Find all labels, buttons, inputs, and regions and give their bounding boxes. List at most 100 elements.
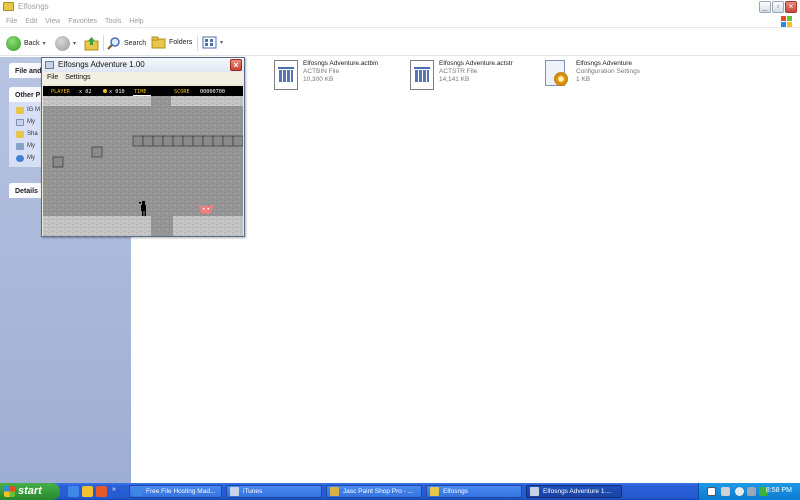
menu-view[interactable]: View — [45, 18, 60, 25]
toolbar-separator — [197, 35, 198, 51]
shared-folder-icon — [16, 130, 24, 138]
back-button[interactable]: Back ▾ — [6, 36, 46, 51]
file-item[interactable]: Elfosngs Adventure Configuration Setting… — [545, 60, 640, 90]
itunes-icon — [230, 487, 239, 496]
game-window[interactable]: Elfosngs Adventure 1.00 × File Settings … — [41, 57, 245, 237]
game-title-bar[interactable]: Elfosngs Adventure 1.00 × — [42, 58, 244, 72]
folders-label: Folders — [169, 39, 193, 46]
up-folder-button[interactable] — [84, 36, 99, 51]
menu-tools[interactable]: Tools — [105, 18, 121, 25]
hud-score-label: SCORE — [174, 89, 190, 95]
game-app-icon — [530, 487, 539, 496]
file-type: Configuration Settings — [576, 68, 640, 75]
hud-lives: x 02 — [79, 89, 92, 95]
window-title: Elfosngs — [18, 2, 49, 11]
ie-quicklaunch-icon[interactable] — [68, 486, 79, 497]
document-grid-icon — [274, 60, 298, 90]
ceiling-right — [171, 96, 243, 106]
search-icon — [107, 37, 120, 50]
tray-help-icon[interactable] — [707, 487, 716, 496]
minimize-button[interactable]: _ — [759, 1, 771, 13]
my-documents-icon — [16, 118, 24, 126]
menu-help[interactable]: Help — [129, 18, 143, 25]
views-button[interactable]: ▾ — [202, 36, 223, 49]
file-item[interactable]: Elfosngs Adventure.actstr ACTSTR File 14… — [410, 60, 513, 90]
windows-logo-icon — [781, 16, 792, 27]
ceiling-left — [43, 96, 151, 106]
chevron-down-icon: ▾ — [73, 41, 77, 47]
system-tray: 8:58 PM — [698, 483, 800, 500]
document-grid-icon — [410, 60, 434, 90]
tray-clock-icon[interactable] — [735, 487, 744, 496]
game-window-title: Elfosngs Adventure 1.00 — [58, 60, 145, 69]
file-size: 1 KB — [576, 76, 591, 83]
ie-icon — [133, 487, 142, 496]
tray-volume-icon[interactable] — [747, 487, 756, 496]
quicklaunch-icon[interactable] — [96, 486, 107, 497]
floating-block — [52, 156, 64, 168]
folders-icon — [151, 36, 166, 49]
block-row — [132, 135, 243, 147]
close-button[interactable]: × — [785, 1, 797, 13]
hud-time-label: TIME — [134, 89, 147, 95]
forward-button[interactable]: ▾ — [55, 36, 76, 51]
file-size: 14,141 KB — [439, 76, 470, 83]
coin-icon — [103, 89, 107, 93]
folders-button[interactable]: Folders — [151, 36, 192, 49]
config-settings-icon — [545, 60, 571, 90]
back-arrow-icon — [6, 36, 21, 51]
ground-right — [173, 216, 243, 236]
paint-shop-pro-icon — [330, 487, 339, 496]
game-canvas[interactable]: PLAYER x 02 x 010 TIME 000 SCORE 0000070… — [43, 86, 243, 236]
taskbar-clock[interactable]: 8:58 PM — [766, 487, 792, 494]
file-name: Elfosngs Adventure — [576, 60, 633, 67]
hud-player-label: PLAYER — [51, 89, 71, 95]
explorer-title-bar: Elfosngs _ ▫ × — [0, 0, 800, 14]
hud-score-value: 00000700 — [200, 89, 225, 95]
menu-favorites[interactable]: Favorites — [68, 18, 97, 25]
file-name: Elfosngs Adventure.actstr — [439, 60, 513, 67]
toolbar-separator — [103, 35, 104, 51]
menu-bar: File Edit View Favorites Tools Help — [0, 15, 800, 28]
file-name: Elfosngs Adventure.actbin — [303, 60, 379, 67]
search-button[interactable]: Search — [107, 36, 146, 50]
folder-icon — [430, 487, 439, 496]
maximize-button[interactable]: ▫ — [772, 1, 784, 13]
my-computer-icon — [16, 142, 24, 150]
game-menu-file[interactable]: File — [47, 74, 58, 81]
file-size: 10,300 KB — [303, 76, 334, 83]
quicklaunch-more-icon[interactable]: » — [112, 486, 116, 493]
windows-flag-icon — [4, 486, 15, 497]
game-menu-settings[interactable]: Settings — [65, 74, 90, 81]
game-app-icon — [45, 61, 54, 69]
tray-network-icon[interactable] — [721, 487, 730, 496]
taskbar-button-elfosngs-folder[interactable]: Elfosngs — [426, 485, 522, 498]
file-item[interactable]: Elfosngs Adventure.actbin ACTBIN File 10… — [274, 60, 378, 90]
hud-coins: x 010 — [109, 89, 125, 95]
views-icon — [202, 36, 217, 49]
search-label: Search — [124, 39, 147, 47]
taskbar-button-free-file-hosting[interactable]: Free File Hosting Mad... — [129, 485, 222, 498]
floating-block — [91, 146, 103, 158]
back-label: Back — [24, 40, 40, 47]
taskbar-button-paint-shop-pro[interactable]: Jasc Paint Shop Pro - ... — [326, 485, 422, 498]
taskbar-button-elfosngs-adventure[interactable]: Elfosngs Adventure 1.... — [526, 485, 622, 498]
menu-edit[interactable]: Edit — [25, 18, 37, 25]
taskbar: start » Free File Hosting Mad... iTunes … — [0, 483, 800, 500]
chevron-down-icon: ▾ — [42, 41, 46, 47]
quicklaunch-icon[interactable] — [82, 486, 93, 497]
forward-arrow-icon — [55, 36, 70, 51]
file-type: ACTSTR File — [439, 68, 478, 75]
ground-left — [43, 216, 151, 236]
menu-file[interactable]: File — [6, 18, 17, 25]
taskbar-button-itunes[interactable]: iTunes — [226, 485, 322, 498]
toolbar: Back ▾ ▾ Search Folders ▾ — [0, 30, 800, 56]
folder-icon — [3, 2, 14, 11]
folder-icon — [16, 106, 24, 114]
game-close-button[interactable]: × — [230, 59, 242, 71]
up-folder-icon — [84, 37, 99, 51]
start-button[interactable]: start — [0, 483, 60, 500]
chevron-down-icon: ▾ — [220, 40, 224, 46]
file-type: ACTBIN File — [303, 68, 340, 75]
game-menu-bar: File Settings — [42, 72, 244, 84]
